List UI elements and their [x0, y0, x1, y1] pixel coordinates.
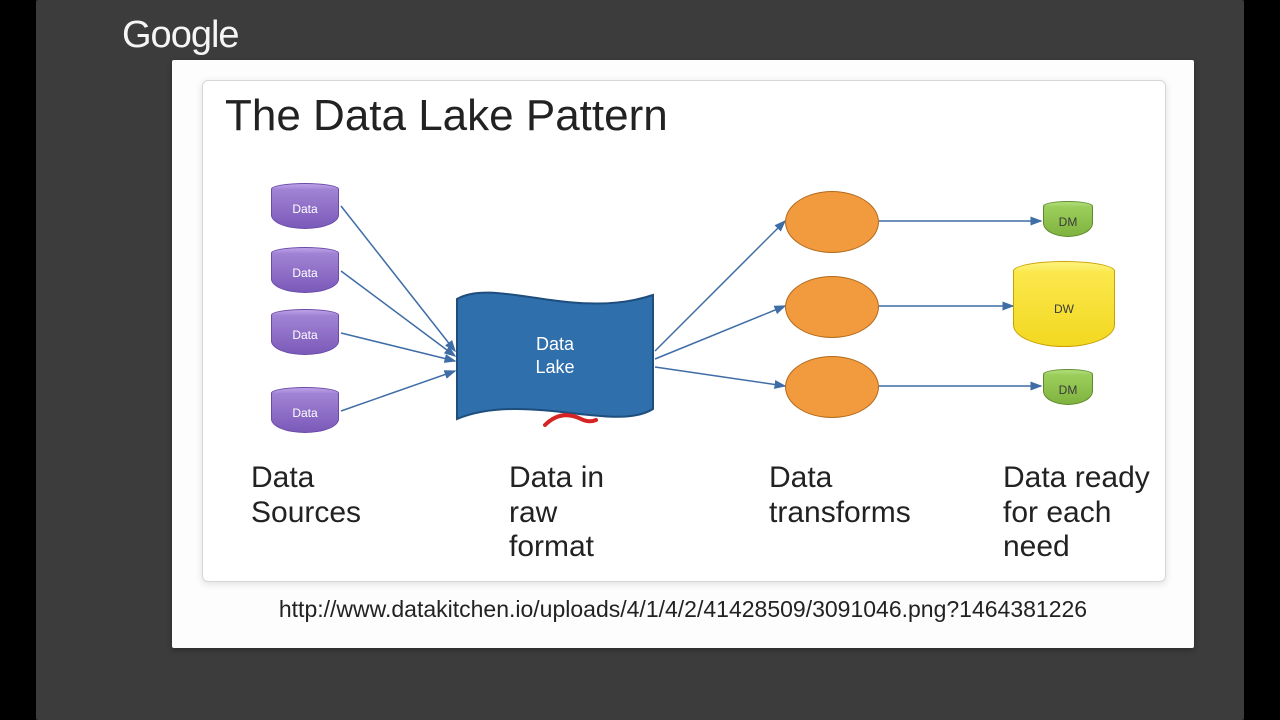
slide-inner-card: The Data Lake Pattern [202, 80, 1166, 582]
data-source-label: Data [292, 328, 317, 342]
column-label-transforms: Data transforms [769, 461, 949, 530]
data-warehouse-cylinder: DW [1013, 261, 1115, 347]
data-mart-cylinder: DM [1043, 369, 1093, 405]
data-mart-label: DM [1059, 215, 1078, 229]
data-lake-label-line1: Data [536, 334, 574, 354]
data-source-label: Data [292, 202, 317, 216]
slide-outer-card: The Data Lake Pattern [172, 60, 1194, 648]
column-label-sources: Data Sources [251, 461, 381, 530]
slide-source-caption: http://www.datakitchen.io/uploads/4/1/4/… [172, 596, 1194, 623]
data-mart-label: DM [1059, 383, 1078, 397]
google-watermark: Google [122, 14, 239, 57]
data-mart-cylinder: DM [1043, 201, 1093, 237]
data-source-cylinder: Data [271, 247, 339, 293]
data-lake-shape: Data Lake [455, 281, 655, 431]
data-warehouse-label: DW [1054, 302, 1074, 316]
red-annotation-squiggle [543, 411, 598, 429]
transform-node [785, 356, 879, 418]
data-source-label: Data [292, 406, 317, 420]
data-source-cylinder: Data [271, 183, 339, 229]
transform-node [785, 276, 879, 338]
data-source-label: Data [292, 266, 317, 280]
column-label-ready: Data ready for each need [1003, 461, 1163, 565]
column-label-raw: Data in raw format [509, 461, 649, 565]
diagram-area: Data Data Data Data Data [203, 161, 1165, 451]
data-lake-label-line2: Lake [535, 357, 574, 377]
video-stage: Google The Data Lake Pattern [36, 0, 1244, 720]
data-source-cylinder: Data [271, 387, 339, 433]
data-source-cylinder: Data [271, 309, 339, 355]
slide-title: The Data Lake Pattern [225, 91, 668, 141]
transform-node [785, 191, 879, 253]
